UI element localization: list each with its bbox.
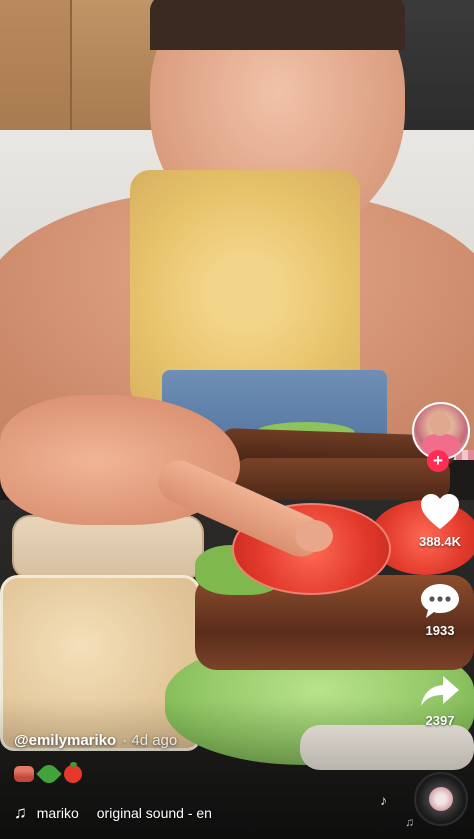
follow-button[interactable]: + bbox=[427, 450, 449, 472]
kitchen-cabinet bbox=[0, 0, 72, 130]
disc-avatar bbox=[429, 787, 453, 811]
finger-tip bbox=[295, 520, 333, 552]
sound-username: mariko bbox=[36, 805, 79, 821]
floating-note-icon: ♪ bbox=[380, 792, 387, 808]
heart-icon bbox=[421, 494, 459, 529]
tomato-emoji bbox=[64, 762, 82, 783]
sound-row[interactable]: ♫ mariko original sound - en bbox=[14, 802, 254, 824]
share-count: 2397 bbox=[425, 713, 455, 728]
share-button[interactable]: 2397 bbox=[412, 672, 468, 728]
caption-emojis bbox=[14, 761, 82, 787]
video-frame[interactable] bbox=[0, 0, 474, 839]
share-arrow-icon bbox=[421, 676, 459, 706]
music-note-icon: ♫ bbox=[14, 803, 27, 822]
sound-title: original sound - en bbox=[96, 805, 212, 821]
avatar-face bbox=[430, 412, 450, 436]
music-disc[interactable] bbox=[414, 772, 468, 826]
like-button[interactable]: 388.4K bbox=[412, 493, 468, 549]
post-date: · 4d ago bbox=[122, 732, 178, 749]
bacon-emoji bbox=[14, 766, 34, 782]
leafy-green-emoji bbox=[36, 761, 62, 787]
comment-icon bbox=[421, 584, 459, 618]
comment-button[interactable]: 1933 bbox=[412, 582, 468, 638]
like-count: 388.4K bbox=[419, 534, 461, 549]
caption-username-row[interactable]: @emilymariko · 4d ago bbox=[14, 732, 177, 749]
comment-count: 1933 bbox=[425, 623, 455, 638]
username[interactable]: @emilymariko bbox=[14, 732, 116, 749]
person-hair bbox=[150, 0, 405, 50]
floating-note-icon: ♫ bbox=[405, 815, 414, 829]
